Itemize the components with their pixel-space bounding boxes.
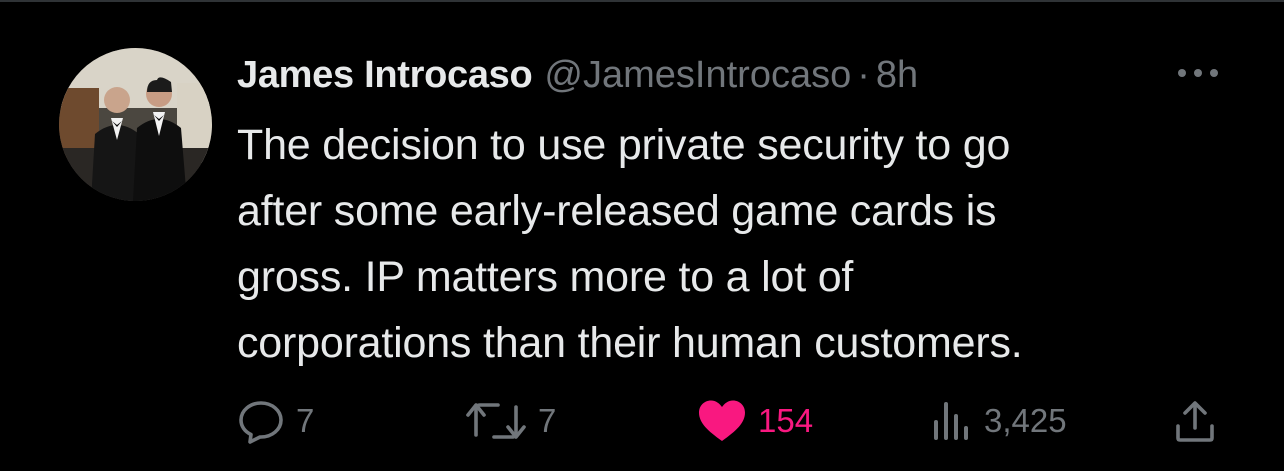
retweet-count: 7 [538,402,557,439]
reply-count: 7 [296,402,315,439]
more-icon[interactable] [1172,60,1224,86]
reply-button[interactable]: 7 [236,396,314,446]
share-button[interactable] [1172,396,1218,446]
tweet-text: The decision to use private security to … [237,112,1227,376]
avatar-photo [59,48,212,201]
tweet-header: James Introcaso @JamesIntrocaso · 8h [237,52,918,98]
tweet-text-line: after some early-released game cards is [237,187,997,235]
avatar[interactable] [59,48,212,201]
views-icon [934,402,968,440]
tweet-text-line: corporations than their human customers. [237,319,1023,367]
like-count: 154 [758,402,814,439]
tweet-text-line: gross. IP matters more to a lot of [237,253,854,301]
views-button[interactable]: 3,425 [928,396,1067,446]
author-name[interactable]: James Introcaso [237,54,533,97]
reply-icon [239,401,283,444]
share-icon [1176,401,1214,442]
retweet-button[interactable]: 7 [464,396,556,446]
author-handle[interactable]: @JamesIntrocaso [544,54,851,97]
tweet-timestamp[interactable]: 8h [876,54,918,97]
tweet[interactable]: James Introcaso @JamesIntrocaso · 8h The… [0,0,1284,471]
retweet-icon [466,403,526,439]
like-button[interactable]: 154 [696,396,813,446]
tweet-text-line: The decision to use private security to … [237,121,1011,169]
action-bar: 7 7 154 3,425 [236,396,1226,446]
header-separator: · [857,53,870,96]
views-count: 3,425 [984,402,1067,439]
heart-icon [699,400,745,441]
